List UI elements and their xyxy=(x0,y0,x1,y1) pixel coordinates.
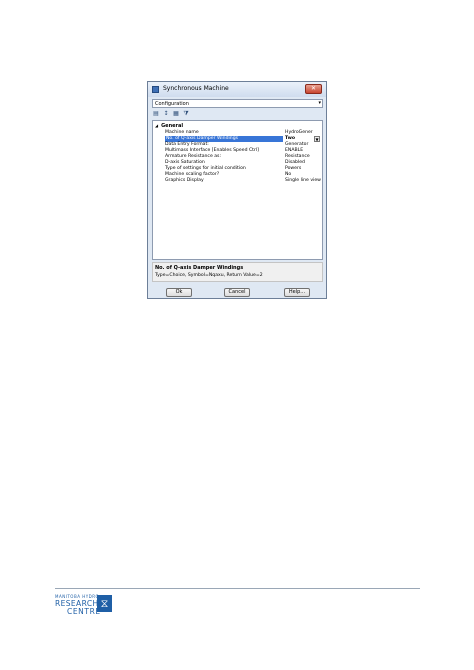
cancel-button[interactable]: Cancel xyxy=(224,288,250,297)
property-value[interactable]: Single line view xyxy=(285,178,321,184)
description-text: Type=Choice, Symbol=Nqaxu, Return Value=… xyxy=(155,273,263,278)
sort-alpha-icon[interactable]: ↕ xyxy=(162,110,170,118)
properties-icon[interactable]: ▦ xyxy=(172,110,180,118)
help-button[interactable]: Help... xyxy=(284,288,310,297)
title-bar[interactable]: Synchronous Machine ✕ xyxy=(148,82,326,97)
configuration-select[interactable]: Configuration ▾ xyxy=(152,99,323,108)
collapse-triangle-icon[interactable]: ◢ xyxy=(155,123,158,128)
property-grid: ◢ General Machine name HydroGener No. of … xyxy=(152,120,323,260)
description-panel: No. of Q-axis Damper Windings Type=Choic… xyxy=(152,262,323,282)
app-icon xyxy=(152,86,159,93)
chevron-down-icon: ▾ xyxy=(318,100,321,106)
category-general[interactable]: ◢ General xyxy=(155,123,183,129)
logo-emblem-icon: ⧖ xyxy=(97,595,112,612)
ok-button[interactable]: Ok xyxy=(166,288,192,297)
close-button[interactable]: ✕ xyxy=(305,84,322,94)
configuration-select-value: Configuration xyxy=(155,101,189,107)
filter-icon[interactable]: ⧩ xyxy=(182,110,190,118)
category-label: General xyxy=(161,123,184,129)
description-title: No. of Q-axis Damper Windings xyxy=(155,265,244,271)
property-toolbar: ▤ ↕ ▦ ⧩ xyxy=(152,110,192,119)
logo-centre: CENTRE xyxy=(67,607,101,616)
synchronous-machine-dialog: Synchronous Machine ✕ Configuration ▾ ▤ … xyxy=(147,81,327,299)
categorized-icon[interactable]: ▤ xyxy=(152,110,160,118)
property-name: Graphics Display xyxy=(165,178,204,183)
dialog-title: Synchronous Machine xyxy=(163,85,229,92)
footer-divider xyxy=(55,588,420,589)
property-row-graphics-display[interactable]: Graphics Display Single line view xyxy=(153,178,322,184)
